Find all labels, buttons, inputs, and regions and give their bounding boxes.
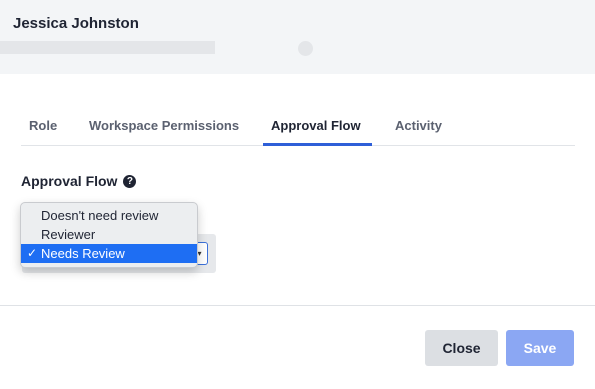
profile-header: Jessica Johnston (0, 0, 595, 74)
question-circle-icon[interactable]: ? (123, 174, 137, 188)
loading-placeholder-dot (298, 41, 313, 56)
option-needs-review[interactable]: ✓ Needs Review (21, 244, 197, 263)
loading-placeholder-bar (0, 41, 215, 54)
tab-approval-flow[interactable]: Approval Flow (271, 118, 361, 133)
save-button[interactable]: Save (506, 330, 574, 366)
approval-flow-heading: Approval Flow ? (21, 173, 137, 189)
option-label: Doesn't need review (41, 208, 159, 223)
close-button[interactable]: Close (425, 330, 498, 366)
option-label: Needs Review (41, 246, 125, 261)
checkmark-icon: ✓ (27, 246, 38, 260)
approval-flow-dropdown: Doesn't need review Reviewer ✓ Needs Rev… (20, 202, 198, 268)
tab-activity[interactable]: Activity (395, 118, 442, 133)
approval-flow-title: Approval Flow (21, 173, 118, 189)
option-doesnt-need-review[interactable]: Doesn't need review (21, 206, 197, 225)
tab-bar: Role Workspace Permissions Approval Flow… (21, 106, 575, 146)
tab-workspace-permissions[interactable]: Workspace Permissions (89, 118, 239, 133)
user-name: Jessica Johnston (13, 15, 139, 32)
option-label: Reviewer (41, 227, 96, 242)
footer-divider (0, 305, 595, 306)
option-reviewer[interactable]: Reviewer (21, 225, 197, 244)
active-tab-indicator (263, 143, 372, 146)
tab-role[interactable]: Role (29, 118, 57, 133)
